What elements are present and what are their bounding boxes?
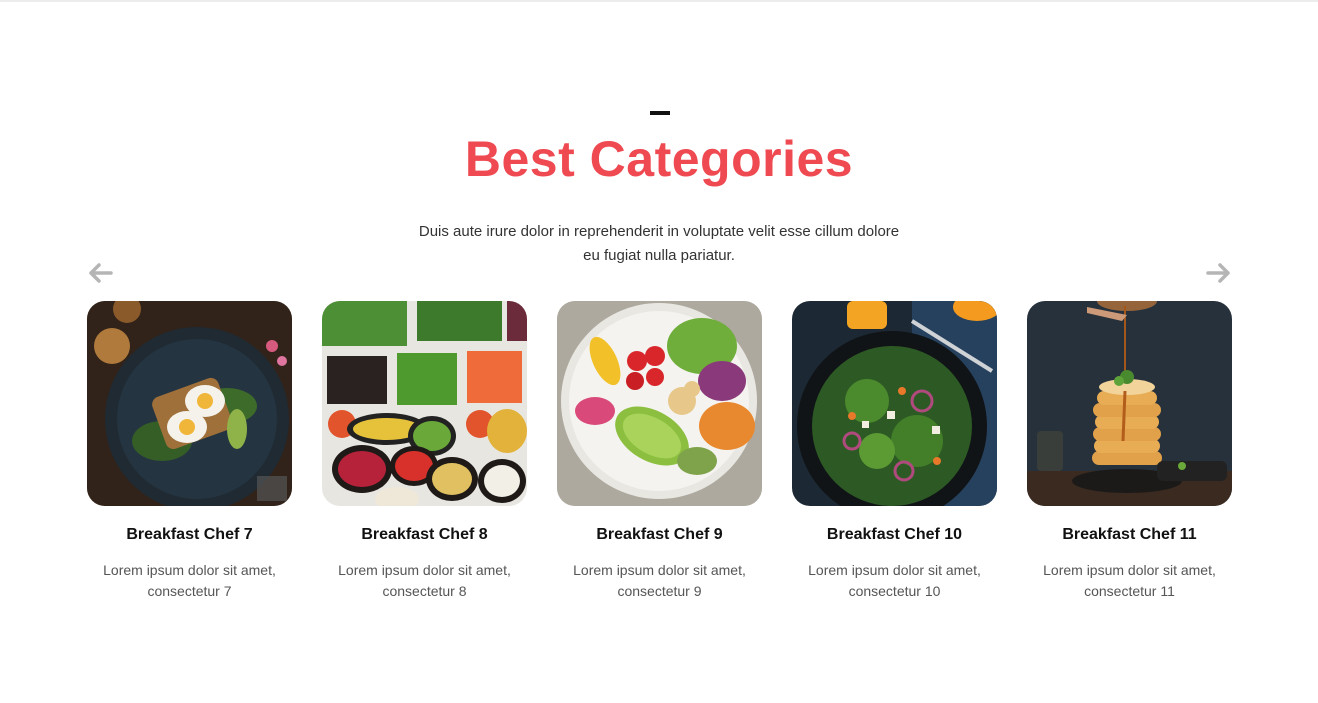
card-title[interactable]: Breakfast Chef 11	[1027, 526, 1232, 546]
card-description: Lorem ipsum dolor sit amet, consectetur …	[103, 562, 276, 599]
category-image-vegetables[interactable]	[322, 301, 527, 506]
category-image-egg-toast[interactable]	[87, 301, 292, 506]
category-card[interactable]: Breakfast Chef 8 Lorem ipsum dolor sit a…	[322, 301, 527, 602]
card-description: Lorem ipsum dolor sit amet, consectetur …	[573, 562, 746, 599]
card-description: Lorem ipsum dolor sit amet, consectetur …	[338, 562, 511, 599]
section-title: Best Categories	[464, 131, 854, 187]
category-image-pancake-stack[interactable]	[1027, 301, 1232, 506]
card-description: Lorem ipsum dolor sit amet, consectetur …	[1043, 562, 1216, 599]
title-accent-dash	[650, 111, 670, 115]
category-card[interactable]: Breakfast Chef 11 Lorem ipsum dolor sit …	[1027, 301, 1232, 602]
category-card[interactable]: Breakfast Chef 7 Lorem ipsum dolor sit a…	[87, 301, 292, 602]
carousel-next-button[interactable]	[1204, 258, 1234, 288]
arrow-right-icon	[1206, 263, 1230, 283]
arrow-left-icon	[89, 263, 113, 283]
category-image-buddha-bowl[interactable]	[557, 301, 762, 506]
card-title[interactable]: Breakfast Chef 9	[557, 526, 762, 546]
card-title[interactable]: Breakfast Chef 8	[322, 526, 527, 546]
card-title[interactable]: Breakfast Chef 10	[792, 526, 997, 546]
carousel-prev-button[interactable]	[85, 258, 115, 288]
card-title[interactable]: Breakfast Chef 7	[87, 526, 292, 546]
top-divider	[0, 0, 1318, 2]
category-carousel: Breakfast Chef 7 Lorem ipsum dolor sit a…	[87, 301, 1233, 611]
category-card[interactable]: Breakfast Chef 10 Lorem ipsum dolor sit …	[792, 301, 997, 602]
category-image-salad-plate[interactable]	[792, 301, 997, 506]
section-subtitle: Duis aute irure dolor in reprehenderit i…	[418, 223, 900, 264]
category-card[interactable]: Breakfast Chef 9 Lorem ipsum dolor sit a…	[557, 301, 762, 602]
card-description: Lorem ipsum dolor sit amet, consectetur …	[808, 562, 981, 599]
